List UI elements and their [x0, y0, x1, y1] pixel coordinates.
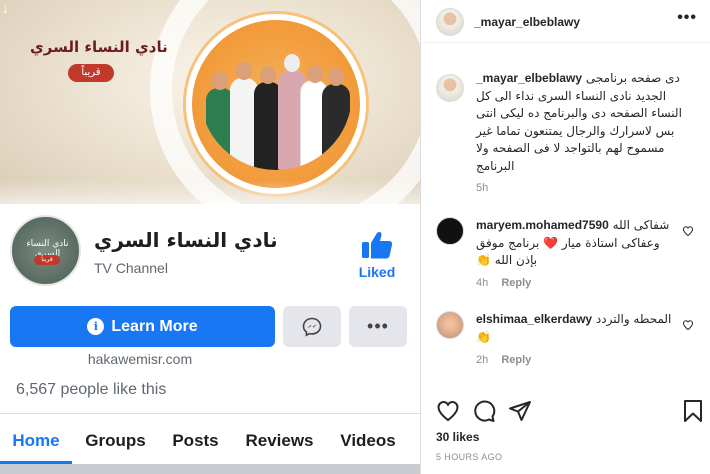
reply-button[interactable]: Reply: [501, 354, 531, 366]
banner-soon-badge: قريباً: [68, 64, 114, 82]
more-options-icon[interactable]: •••: [677, 9, 697, 27]
post-header: _mayar_elbeblawy •••: [422, 0, 710, 43]
comment-meta: 4h Reply: [476, 277, 531, 289]
bookmark-icon[interactable]: [682, 399, 704, 423]
caption-text: _mayar_elbeblawy دى صفحه برنامجى الجديد …: [476, 70, 694, 175]
tab-groups[interactable]: Groups: [72, 414, 159, 464]
more-options-button[interactable]: •••: [349, 306, 407, 347]
like-comment-heart-icon[interactable]: [682, 225, 694, 237]
bottom-bar: [0, 464, 420, 474]
page-tabs: Home Groups Posts Reviews Videos: [0, 414, 420, 464]
comment-avatar[interactable]: [436, 311, 464, 339]
comment-text: maryem.mohamed7590 شفاكى الله وعفاكى است…: [476, 217, 676, 270]
caption-time: 5h: [476, 182, 489, 194]
banner-show-title: نادي النساء السري: [30, 38, 168, 56]
tab-posts[interactable]: Posts: [159, 414, 232, 464]
caption-avatar[interactable]: [436, 74, 464, 102]
website-link[interactable]: hakawemisr.com: [0, 351, 280, 367]
comment-meta: 2h Reply: [476, 354, 531, 366]
tab-videos[interactable]: Videos: [327, 414, 409, 464]
caption-username[interactable]: _mayar_elbeblawy: [476, 71, 582, 85]
page-likes-count: 6,567 people like this: [16, 381, 167, 398]
tab-home[interactable]: Home: [0, 414, 72, 464]
thumbs-up-icon: [362, 231, 393, 259]
likes-count[interactable]: 30 likes: [436, 430, 479, 444]
messenger-icon: [302, 317, 322, 337]
page-header: نادي النساء السري قريباً نادي النساء الس…: [0, 204, 420, 304]
comment-icon[interactable]: [472, 399, 496, 423]
post-actions: [436, 399, 702, 423]
info-icon: i: [87, 318, 105, 335]
tab-reviews[interactable]: Reviews: [232, 414, 327, 464]
avatar-badge: قريباً: [34, 255, 60, 265]
reply-button[interactable]: Reply: [501, 277, 531, 289]
action-buttons: i Learn More •••: [0, 306, 420, 348]
post-image: نادي النساء السري قريباً ↓ نادي النساء ا…: [0, 0, 421, 474]
comment-text: elshimaa_elkerdawy المحطه والتردد 👏: [476, 311, 676, 346]
caption-body: دى صفحه برنامجى الجديد نادى النساء السرى…: [476, 71, 682, 173]
comment-time: 4h: [476, 277, 489, 289]
learn-more-button[interactable]: i Learn More: [10, 306, 275, 347]
messenger-button[interactable]: [283, 306, 341, 347]
arrow-down-icon: ↓: [2, 0, 9, 16]
like-comment-heart-icon[interactable]: [682, 319, 694, 331]
hosts-photo: [200, 30, 352, 170]
page-category: TV Channel: [94, 260, 168, 276]
instagram-panel: _mayar_elbeblawy ••• _mayar_elbeblawy دى…: [422, 0, 710, 474]
share-icon[interactable]: [508, 399, 532, 423]
post-timestamp: 5 HOURS AGO: [436, 452, 503, 462]
liked-button[interactable]: Liked: [352, 230, 402, 280]
cover-banner: نادي النساء السري قريباً ↓: [0, 0, 420, 204]
page-avatar[interactable]: نادي النساء السري قريباً: [10, 215, 81, 286]
like-heart-icon[interactable]: [436, 399, 460, 423]
author-username[interactable]: _mayar_elbeblawy: [474, 15, 580, 29]
comment-username[interactable]: maryem.mohamed7590: [476, 218, 609, 232]
comment-username[interactable]: elshimaa_elkerdawy: [476, 312, 592, 326]
learn-more-label: Learn More: [111, 317, 198, 335]
page-name[interactable]: نادي النساء السري: [94, 228, 278, 252]
liked-label: Liked: [358, 264, 396, 280]
author-avatar[interactable]: [436, 8, 464, 36]
comment-time: 2h: [476, 354, 489, 366]
comment-avatar[interactable]: [436, 217, 464, 245]
